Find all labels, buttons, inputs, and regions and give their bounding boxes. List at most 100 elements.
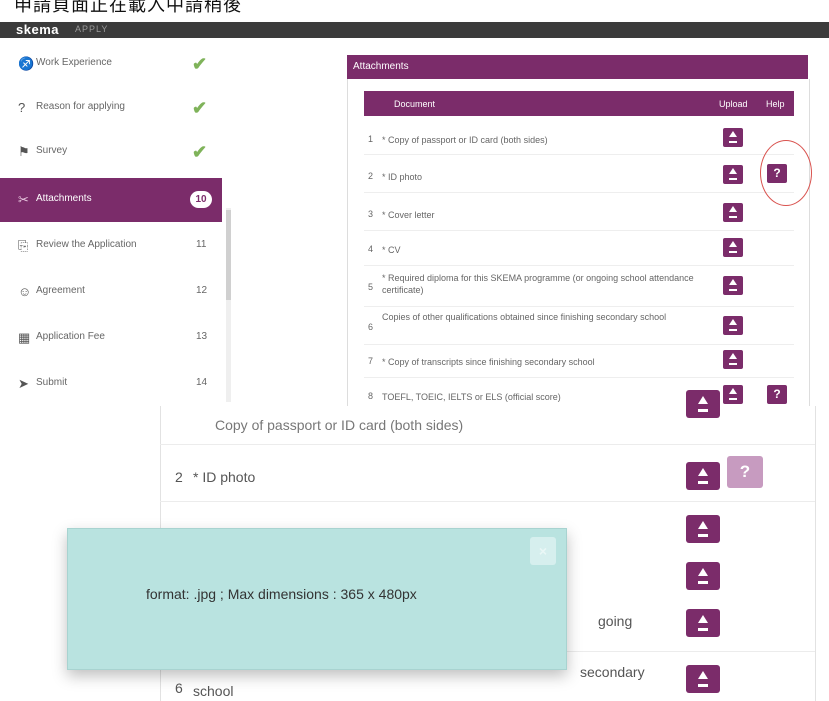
col-upload: Upload <box>719 99 748 109</box>
close-icon[interactable]: × <box>530 537 556 565</box>
help-button[interactable]: ? <box>767 385 787 404</box>
sidebar: ♐ Work Experience ✔ ? Reason for applyin… <box>0 38 226 403</box>
help-button[interactable]: ? <box>727 456 763 488</box>
sidebar-item-application-fee[interactable]: ▦ Application Fee 13 <box>0 316 222 360</box>
sidebar-item-reason[interactable]: ? Reason for applying ✔ <box>0 86 222 130</box>
row-number: 2 <box>368 171 374 181</box>
sidebar-scroll-thumb[interactable] <box>226 210 231 300</box>
table-row: 4 * CV <box>364 232 794 266</box>
row-document: TOEFL, TOEIC, IELTS or ELS (official sco… <box>382 392 561 402</box>
table-row: 6 Copies of other qualifications obtaine… <box>364 306 794 345</box>
table-row: 1 * Copy of passport or ID card (both si… <box>364 121 794 155</box>
documents-table-header: Document Upload Help <box>364 91 794 116</box>
check-icon: ✔ <box>192 142 208 162</box>
upload-icon <box>698 671 708 679</box>
zoom-row6-line2: school <box>193 683 234 699</box>
sidebar-item-agreement[interactable]: ☺ Agreement 12 <box>0 270 222 314</box>
upload-button[interactable] <box>686 462 720 490</box>
row-number: 1 <box>368 134 374 144</box>
sidebar-item-label: Attachments <box>36 193 92 204</box>
app-header: skema APPLY <box>0 22 829 38</box>
upload-button[interactable] <box>686 665 720 693</box>
top-caption-text: 申請頁面正在載入中請稍後 <box>14 0 242 16</box>
table-icon: ▦ <box>18 330 31 345</box>
sidebar-item-attachments[interactable]: ✂ Attachments 10 <box>0 178 222 222</box>
upload-icon <box>729 206 737 212</box>
upload-icon <box>729 319 737 325</box>
divider <box>160 501 815 502</box>
upload-button[interactable] <box>723 238 743 257</box>
upload-button[interactable] <box>723 165 743 184</box>
row-document: Copies of other qualifications obtained … <box>382 312 667 322</box>
tooltip-blurred-header <box>88 541 518 561</box>
row-document: * Copy of passport or ID card (both side… <box>382 135 548 145</box>
zoom-row1-text: Copy of passport or ID card (both sides) <box>215 417 464 433</box>
attachments-title: Attachments <box>353 61 409 72</box>
sidebar-item-label: Submit <box>36 377 68 388</box>
sidebar-item-submit[interactable]: ➤ Submit 14 <box>0 362 222 406</box>
sidebar-item-label: Application Fee <box>36 331 105 342</box>
zoom-row-document: * ID photo <box>193 469 256 485</box>
upload-button[interactable] <box>723 350 743 369</box>
row-number: 5 <box>368 282 374 292</box>
upload-icon <box>698 521 708 529</box>
row-document: * Cover letter <box>382 210 435 220</box>
upload-button[interactable] <box>723 385 743 404</box>
skema-logo[interactable]: skema <box>16 22 59 37</box>
question-icon: ? <box>18 100 26 115</box>
upload-button[interactable] <box>686 515 720 543</box>
col-help: Help <box>766 99 785 109</box>
upload-icon <box>729 353 737 359</box>
row-number: 7 <box>368 356 374 366</box>
upload-icon <box>729 168 737 174</box>
sidebar-item-review[interactable]: ⎘ Review the Application 11 <box>0 224 222 268</box>
row-document: * ID photo <box>382 172 423 182</box>
step-number: 14 <box>196 377 208 388</box>
row-number: 3 <box>368 209 374 219</box>
zoom-row5-tail: going <box>598 613 633 629</box>
briefcase-icon: ♐ <box>18 56 35 71</box>
sidebar-item-label: Survey <box>36 145 68 156</box>
divider <box>815 406 816 701</box>
sidebar-item-survey[interactable]: ⚑ Survey ✔ <box>0 130 222 174</box>
upload-button[interactable] <box>723 316 743 335</box>
zoom-row-number: 6 <box>175 680 183 696</box>
row-document: * Required diploma for this SKEMA progra… <box>382 273 694 295</box>
upload-icon <box>698 615 708 623</box>
upload-icon <box>729 131 737 137</box>
table-row: 2 * ID photo ? <box>364 159 794 193</box>
sidebar-item-label: Work Experience <box>36 57 112 68</box>
step-badge: 10 <box>190 191 212 208</box>
document-icon: ⎘ <box>18 238 29 253</box>
people-icon: ☺ <box>18 284 32 299</box>
upload-button[interactable] <box>723 276 743 295</box>
check-icon: ✔ <box>192 98 208 118</box>
row-number: 4 <box>368 244 374 254</box>
attachments-header: Attachments <box>347 55 808 79</box>
upload-button[interactable] <box>723 203 743 222</box>
sidebar-item-work-experience[interactable]: ♐ Work Experience ✔ <box>0 42 222 86</box>
step-number: 13 <box>196 331 208 342</box>
sidebar-item-label: Agreement <box>36 285 85 296</box>
row-document: * Copy of transcripts since finishing se… <box>382 357 595 367</box>
row-document: * CV <box>382 245 401 255</box>
paperclip-icon: ✂ <box>18 192 29 207</box>
step-number: 11 <box>196 239 207 250</box>
upload-button[interactable] <box>723 128 743 147</box>
upload-icon <box>729 241 737 247</box>
divider <box>160 444 815 445</box>
top-caption: 申請頁面正在載入中請稍後 <box>0 0 829 22</box>
highlight-circle <box>760 140 812 206</box>
help-tooltip: × format: .jpg ; Max dimensions : 365 x … <box>67 528 567 670</box>
signpost-icon: ⚑ <box>18 144 30 159</box>
upload-icon <box>729 279 737 285</box>
upload-button[interactable] <box>686 562 720 590</box>
step-number: 12 <box>196 285 208 296</box>
upload-icon <box>698 396 708 404</box>
send-icon: ➤ <box>18 376 29 391</box>
upload-button[interactable] <box>686 609 720 637</box>
apply-label: APPLY <box>75 24 109 34</box>
upload-button[interactable] <box>686 390 720 418</box>
upload-icon <box>698 468 708 476</box>
table-row: 7 * Copy of transcripts since finishing … <box>364 344 794 378</box>
